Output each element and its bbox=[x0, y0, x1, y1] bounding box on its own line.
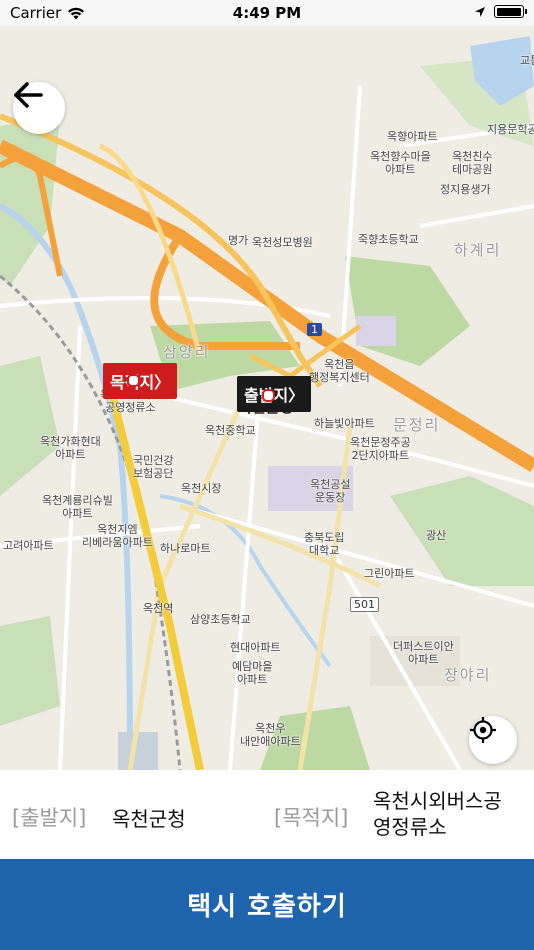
origin-pin-icon bbox=[262, 389, 275, 402]
map-poi-label: 옥천가화현대 아파트 bbox=[40, 435, 101, 461]
map-poi-label: 하나로마트 bbox=[160, 542, 211, 555]
map-area-label: 하계리 bbox=[454, 241, 502, 259]
block bbox=[118, 732, 158, 770]
call-taxi-button[interactable]: 택시 호출하기 bbox=[0, 859, 534, 950]
map-poi-label: 옥천읍 행정복지센터 bbox=[309, 358, 370, 384]
location-arrow-icon bbox=[475, 6, 485, 17]
green-area bbox=[345, 256, 470, 366]
map-poi-label: 현대아파트 bbox=[230, 641, 281, 654]
map-poi-label: 국민건강 보험공단 bbox=[133, 454, 174, 480]
map-poi-label: 지용문학공 bbox=[487, 123, 534, 136]
map-poi-label: 옥천친수 테마공원 bbox=[452, 150, 493, 176]
road-shield-501: 501 bbox=[350, 597, 379, 612]
map-poi-label: 고려아파트 bbox=[3, 539, 54, 552]
destination-pin-icon bbox=[127, 374, 140, 387]
map-poi-label: 광산 bbox=[426, 529, 447, 542]
destination-value: 옥천시외버스공 영정류소 bbox=[373, 788, 502, 840]
route-line bbox=[106, 385, 204, 770]
campus bbox=[356, 316, 396, 346]
origin-tag: [출발지] bbox=[12, 806, 87, 830]
destination-tag: [목적지] bbox=[274, 806, 349, 830]
map-view[interactable]: 교통옥향아파트지용문학공옥천향수마을 아파트옥천친수 테마공원정지용생가명가옥천… bbox=[0, 26, 534, 770]
status-time: 4:49 PM bbox=[232, 4, 302, 22]
map-poi-label: 옥천역 bbox=[143, 602, 174, 615]
map-poi-label: 그린아파트 bbox=[364, 567, 415, 580]
map-poi-label: 죽향초등학교 bbox=[358, 233, 419, 246]
green-area bbox=[0, 356, 60, 496]
map-poi-label: 옥천우 내안애아파트 bbox=[240, 722, 301, 748]
route-panel: [출발지] 옥천군청 [목적지] 옥천시외버스공 영정류소 bbox=[0, 770, 534, 859]
map-poi-label: 옥천계룡리슈빌 아파트 bbox=[42, 494, 113, 520]
origin-value: 옥천군청 bbox=[112, 807, 186, 831]
map-poi-label: 명가 bbox=[228, 234, 249, 247]
map-poi-label: 교통 bbox=[520, 54, 534, 67]
status-bar: Carrier 4:49 PM bbox=[0, 0, 534, 26]
map-poi-label: 더퍼스트이안 아파트 bbox=[393, 640, 454, 666]
map-poi-label: 옥천향수마을 아파트 bbox=[370, 150, 431, 176]
national-road bbox=[98, 143, 203, 357]
map-poi-label: 옥천성모병원 bbox=[252, 236, 313, 249]
map-poi-label: 충북도립 대학교 bbox=[304, 531, 345, 557]
map-poi-label: 삼양초등학교 bbox=[190, 613, 251, 626]
green-area bbox=[0, 116, 60, 286]
map-area-label: 삼양리 bbox=[163, 343, 211, 361]
arrow-left-icon bbox=[14, 82, 43, 108]
map-poi-label: 옥천중학교 bbox=[205, 424, 256, 437]
map-poi-label: 옥천공설 운동장 bbox=[310, 478, 351, 504]
map-poi-label: 예담마을 아파트 bbox=[232, 660, 273, 686]
destination-marker[interactable]: 목적지〉 bbox=[103, 363, 178, 399]
destination-value-line1: 옥천시외버스공 bbox=[373, 789, 502, 813]
crosshair-icon bbox=[470, 717, 496, 743]
battery-icon bbox=[494, 5, 527, 18]
map-area-label: 문정리 bbox=[393, 416, 441, 434]
map-poi-label: 옥천지엠 리베라움아파트 bbox=[82, 523, 153, 549]
map-area-label: 장야리 bbox=[444, 666, 492, 684]
current-location-button[interactable] bbox=[469, 716, 517, 764]
battery-fill bbox=[496, 7, 521, 16]
status-right bbox=[474, 5, 527, 18]
back-button[interactable] bbox=[13, 82, 65, 134]
green-area bbox=[0, 616, 60, 726]
road-shield-1: 1 bbox=[307, 323, 322, 336]
map-poi-label: 옥향아파트 bbox=[387, 130, 438, 143]
map-poi-label: 정지용생가 bbox=[440, 183, 491, 196]
destination-value-line2: 영정류소 bbox=[373, 815, 447, 839]
map-poi-label: 옥천시장 bbox=[181, 482, 222, 495]
map-poi-label: 하늘빛아파트 bbox=[314, 417, 375, 430]
map-poi-label: 옥천문정주공 2단지아파트 bbox=[350, 436, 411, 462]
